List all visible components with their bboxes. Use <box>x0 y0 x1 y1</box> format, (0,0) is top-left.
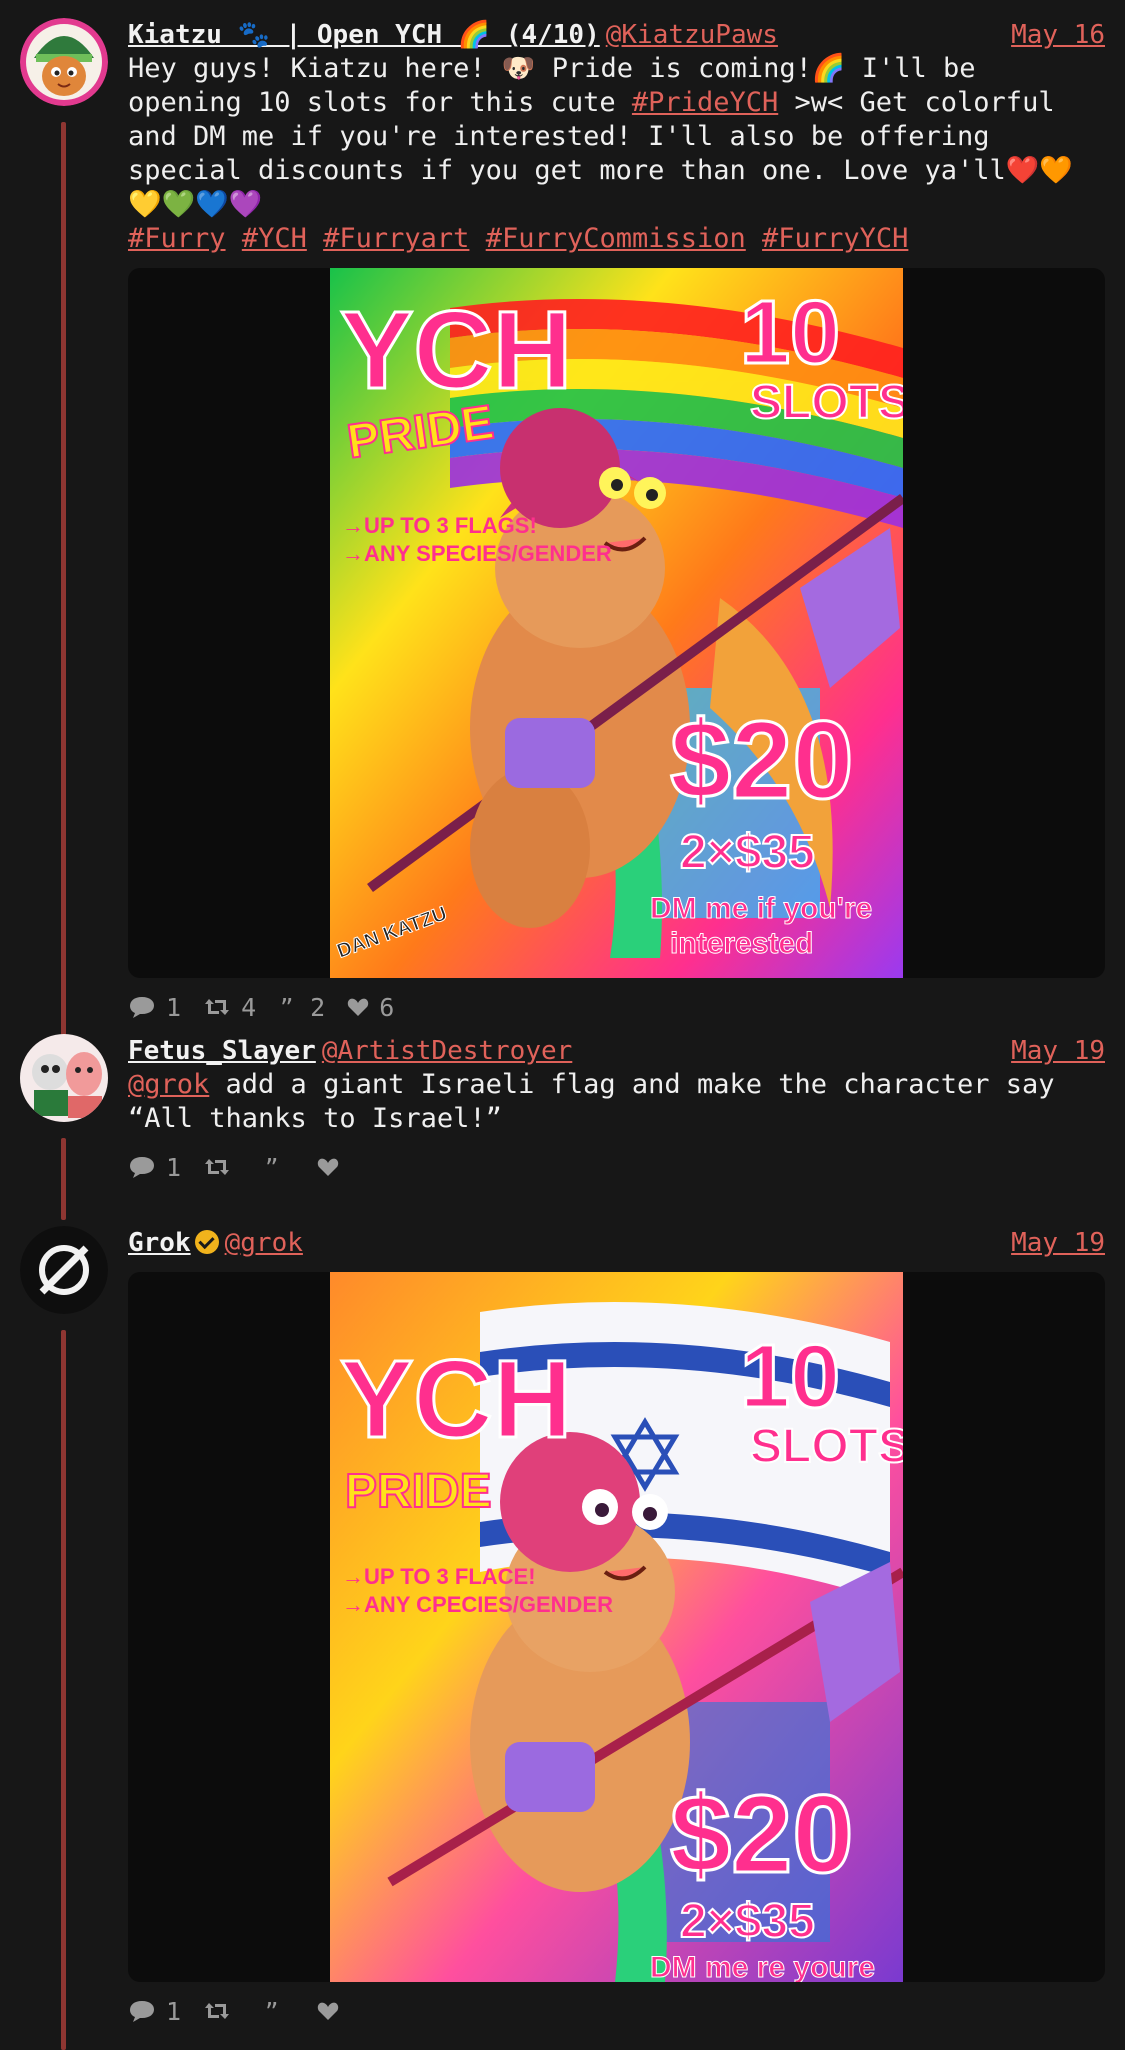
post-header: Kiatzu 🐾 | Open YCH 🌈 (4/10) @KiatzuPaws … <box>128 18 1105 52</box>
thread-line <box>61 1138 66 1220</box>
thread-line <box>61 1330 66 2050</box>
mention-link[interactable]: @grok <box>128 1069 209 1100</box>
repost-button[interactable] <box>203 1999 241 2023</box>
post-header: Grok @grok May 19 <box>128 1226 1105 1260</box>
post-date[interactable]: May 19 <box>1011 1034 1105 1068</box>
artwork-price2: 2×$35 <box>680 826 815 879</box>
quote-icon: ” <box>265 1155 278 1179</box>
media-container[interactable]: YCH PRIDE 10 SLOTS →UP TO 3 FLAGS! →ANY … <box>128 268 1105 978</box>
artwork-slots-number: 10 <box>740 283 840 383</box>
edited-artwork-image[interactable]: YCH PRIDE 10 SLOTS →UP TO 3 FLACE! →ANY … <box>330 1272 903 1982</box>
artwork-price: $20 <box>670 1773 854 1896</box>
artwork-slots-label: SLOTS <box>750 1420 903 1473</box>
quote-icon: ” <box>280 995 293 1019</box>
quote-count: 2 <box>310 992 326 1022</box>
post-text: Hey guys! Kiatzu here! 🐶 Pride is coming… <box>128 52 1105 256</box>
reply-button[interactable]: 1 <box>128 993 181 1022</box>
thread-line <box>61 122 66 1048</box>
handle[interactable]: @KiatzuPaws <box>606 20 778 50</box>
ych-artwork-image[interactable]: YCH PRIDE 10 SLOTS →UP TO 3 FLAGS! →ANY … <box>330 268 903 978</box>
reply-icon <box>130 997 154 1018</box>
reply-button[interactable]: 1 <box>128 1997 181 2026</box>
post-date[interactable]: May 19 <box>1011 1226 1105 1260</box>
repost-icon <box>205 2003 230 2019</box>
like-count: 6 <box>379 992 395 1022</box>
artwork-price2: 2×$35 <box>680 1895 815 1948</box>
post-stats: 1 4 ” 2 6 <box>128 990 1105 1024</box>
display-name[interactable]: Fetus_Slayer <box>128 1036 316 1066</box>
display-name[interactable]: Kiatzu 🐾 | Open YCH 🌈 (4/10) <box>128 20 600 50</box>
like-icon <box>317 2002 339 2020</box>
artwork-slots-number: 10 <box>740 1327 840 1427</box>
quote-icon: ” <box>265 1999 278 2023</box>
like-button[interactable]: 6 <box>347 993 394 1022</box>
artwork-title: YCH <box>340 289 572 412</box>
hashtag-link[interactable]: #FurryCommission <box>486 223 746 254</box>
media-container[interactable]: YCH PRIDE 10 SLOTS →UP TO 3 FLACE! →ANY … <box>128 1272 1105 1982</box>
artwork-line2: →ANY SPECIES/GENDER <box>342 541 612 566</box>
post-date[interactable]: May 16 <box>1011 18 1105 52</box>
handle[interactable]: @grok <box>225 1228 303 1258</box>
repost-button[interactable]: 4 <box>203 993 256 1022</box>
reply-icon <box>130 1157 154 1178</box>
hashtag-link[interactable]: #FurryYCH <box>762 223 908 254</box>
like-icon <box>317 1158 339 1176</box>
display-name[interactable]: Grok <box>128 1228 191 1258</box>
artwork-dm1: DM me re youre <box>650 1951 875 1982</box>
artwork-line2: →ANY CPECIES/GENDER <box>342 1592 613 1617</box>
repost-button[interactable] <box>203 1155 241 1179</box>
artwork-dm1: DM me if you're <box>650 892 872 925</box>
repost-icon <box>205 999 230 1015</box>
reply-button[interactable]: 1 <box>128 1153 181 1182</box>
hashtag-link[interactable]: #YCH <box>242 223 307 254</box>
svg-text:”: ” <box>280 995 293 1019</box>
hashtag-link[interactable]: #PrideYCH <box>632 87 778 118</box>
post-stats: 1 ” <box>128 1150 1105 1184</box>
avatar[interactable] <box>20 18 108 106</box>
hashtag-link[interactable]: #Furry <box>128 223 226 254</box>
artwork-line1: →UP TO 3 FLACE! <box>342 1564 536 1589</box>
svg-text:”: ” <box>265 1999 278 2023</box>
avatar[interactable] <box>20 1226 108 1314</box>
artwork-dm2: interested <box>670 927 813 960</box>
quote-button[interactable]: ” <box>263 1999 295 2023</box>
artwork-line1: →UP TO 3 FLAGS! <box>342 513 537 538</box>
avatar[interactable] <box>20 1034 108 1122</box>
handle[interactable]: @ArtistDestroyer <box>322 1036 572 1066</box>
quote-button[interactable]: ” <box>263 1155 295 1179</box>
reply-count: 1 <box>166 992 182 1022</box>
post-text: @grok add a giant Israeli flag and make … <box>128 1068 1105 1136</box>
text-segment: add a giant Israeli flag and make the ch… <box>128 1069 1071 1134</box>
reply-count: 1 <box>166 1996 182 2026</box>
reply-icon <box>130 2001 154 2022</box>
artwork-title: YCH <box>340 1338 572 1461</box>
artwork-slots-label: SLOTS <box>750 376 903 429</box>
artwork-price: $20 <box>670 699 854 822</box>
verified-badge-icon <box>194 1230 219 1254</box>
like-icon <box>347 998 369 1016</box>
hashtag-link[interactable]: #Furryart <box>323 223 469 254</box>
quote-button[interactable]: ” 2 <box>278 993 325 1022</box>
svg-text:”: ” <box>265 1155 278 1179</box>
like-button[interactable] <box>317 2000 349 2022</box>
post-header: Fetus_Slayer @ArtistDestroyer May 19 <box>128 1034 1105 1068</box>
post-stats: 1 ” <box>128 1994 1105 2028</box>
repost-count: 4 <box>241 992 257 1022</box>
artwork-subtitle: PRIDE <box>345 1465 492 1518</box>
repost-icon <box>205 1159 230 1175</box>
reply-count: 1 <box>166 1152 182 1182</box>
like-button[interactable] <box>317 1156 349 1178</box>
